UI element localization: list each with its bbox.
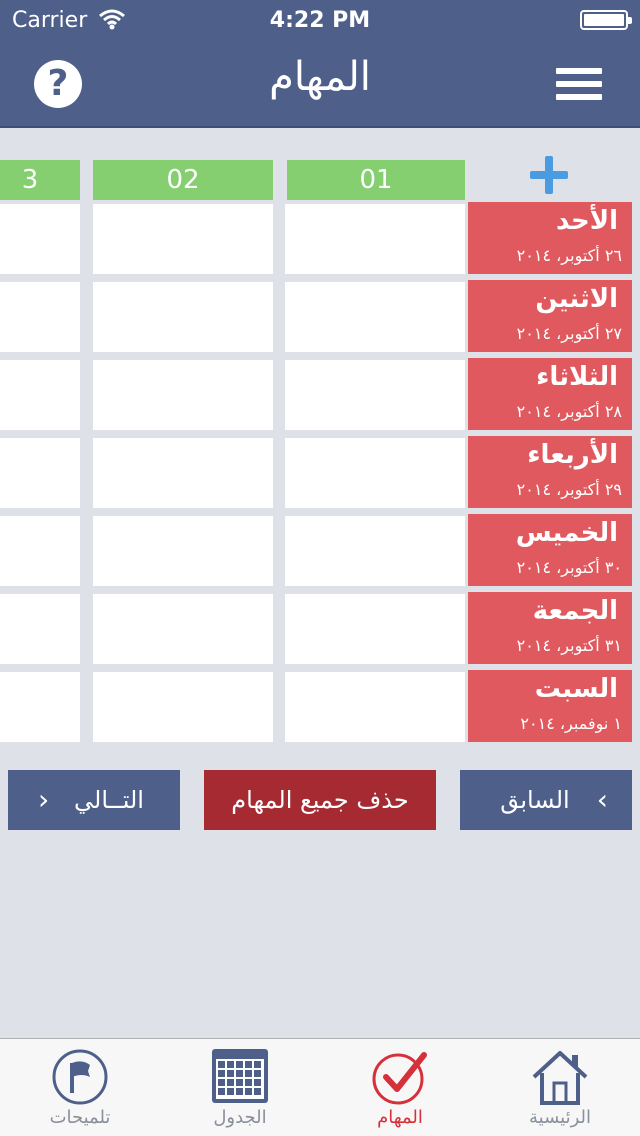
tab-tasks[interactable]: المهام (320, 1039, 480, 1136)
day-name: الأحد (555, 206, 618, 236)
day-cell[interactable]: الخميس ٣٠ أكتوبر، ٢٠١٤ (468, 514, 632, 586)
task-cell[interactable] (285, 204, 465, 274)
day-name: الخميس (515, 518, 618, 548)
task-cell[interactable] (0, 516, 80, 586)
task-cell[interactable] (285, 282, 465, 352)
task-cell[interactable] (0, 594, 80, 664)
day-name: الاثنين (535, 284, 618, 314)
next-button[interactable]: ‹ التــالي (8, 770, 180, 830)
task-cell[interactable] (93, 438, 273, 508)
task-cell[interactable] (285, 360, 465, 430)
task-cell[interactable] (93, 360, 273, 430)
task-cell[interactable] (93, 516, 273, 586)
column-header[interactable]: 3 (0, 160, 80, 200)
flag-icon (52, 1049, 108, 1105)
day-date: ٢٩ أكتوبر، ٢٠١٤ (516, 480, 622, 499)
status-bar: Carrier 4:22 PM (0, 0, 640, 40)
day-cell[interactable]: الأربعاء ٢٩ أكتوبر، ٢٠١٤ (468, 436, 632, 508)
add-icon[interactable] (530, 156, 568, 194)
home-icon (532, 1051, 588, 1105)
delete-all-button[interactable]: حذف جميع المهام (204, 770, 436, 830)
calendar-icon (212, 1049, 268, 1103)
day-date: ٣١ أكتوبر، ٢٠١٤ (516, 636, 622, 655)
day-date: ٢٦ أكتوبر، ٢٠١٤ (516, 246, 622, 265)
day-date: ٢٧ أكتوبر، ٢٠١٤ (516, 324, 622, 343)
task-cell[interactable] (93, 672, 273, 742)
tab-bar: تلميحات الجدول المهام الرئيسية (0, 1038, 640, 1136)
tab-tips[interactable]: تلميحات (0, 1039, 160, 1136)
task-cell[interactable] (0, 204, 80, 274)
page-title: المهام (269, 54, 371, 100)
tab-home[interactable]: الرئيسية (480, 1039, 640, 1136)
task-grid: 3 02 01 الأحد ٢٦ أكتوبر، ٢٠١٤ الاثنين ٢٧ أك… (0, 130, 640, 742)
task-cell[interactable] (285, 516, 465, 586)
day-cell[interactable]: الثلاثاء ٢٨ أكتوبر، ٢٠١٤ (468, 358, 632, 430)
task-cell[interactable] (93, 594, 273, 664)
column-header[interactable]: 01 (287, 160, 465, 200)
day-name: الأربعاء (527, 440, 618, 470)
day-cell[interactable]: الأحد ٢٦ أكتوبر، ٢٠١٤ (468, 202, 632, 274)
nav-bar: ? المهام (0, 40, 640, 128)
day-cell[interactable]: الجمعة ٣١ أكتوبر، ٢٠١٤ (468, 592, 632, 664)
task-cell[interactable] (93, 282, 273, 352)
day-date: ٢٨ أكتوبر، ٢٠١٤ (516, 402, 622, 421)
day-name: الثلاثاء (536, 362, 618, 392)
day-date: ١ نوفمبر، ٢٠١٤ (520, 714, 622, 733)
day-cell[interactable]: السبت ١ نوفمبر، ٢٠١٤ (468, 670, 632, 742)
task-cell[interactable] (0, 360, 80, 430)
day-date: ٣٠ أكتوبر، ٢٠١٤ (516, 558, 622, 577)
task-cell[interactable] (0, 282, 80, 352)
task-cell[interactable] (285, 438, 465, 508)
task-cell[interactable] (285, 672, 465, 742)
task-cell[interactable] (285, 594, 465, 664)
prev-button[interactable]: السابق › (460, 770, 632, 830)
clock: 4:22 PM (269, 8, 371, 33)
checkmark-icon (372, 1052, 427, 1105)
day-name: السبت (534, 674, 618, 704)
column-header[interactable]: 02 (93, 160, 273, 200)
tab-schedule[interactable]: الجدول (160, 1039, 320, 1136)
day-name: الجمعة (532, 596, 618, 626)
task-cell[interactable] (0, 672, 80, 742)
menu-icon[interactable] (556, 68, 602, 104)
task-cell[interactable] (93, 204, 273, 274)
day-cell[interactable]: الاثنين ٢٧ أكتوبر، ٢٠١٤ (468, 280, 632, 352)
battery-icon (580, 10, 632, 30)
chevron-left-icon: ‹ (38, 783, 50, 816)
task-cell[interactable] (0, 438, 80, 508)
chevron-right-icon: › (596, 783, 608, 816)
